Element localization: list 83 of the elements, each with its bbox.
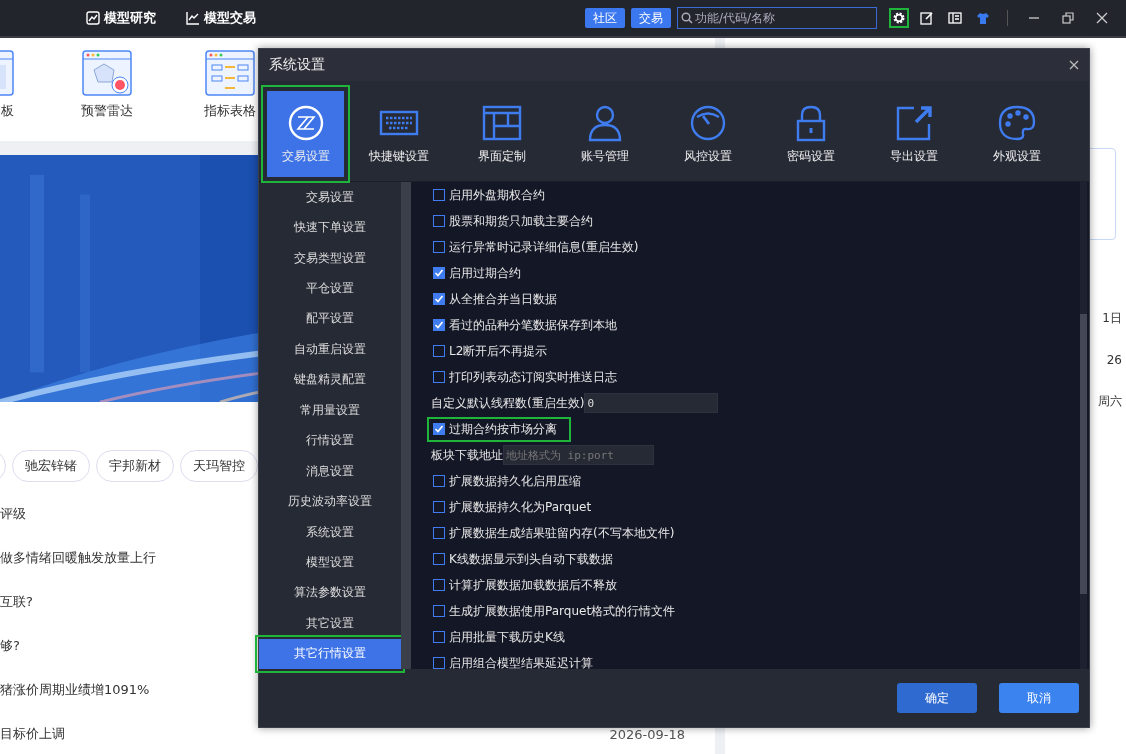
setting-checkbox[interactable]: 扩展数据持久化启用压缩 [427,468,587,494]
setting-checkbox[interactable]: 看过的品种分笔数据保存到本地 [427,312,623,338]
scrollbar[interactable] [401,182,411,669]
news-title[interactable]: 评级 [0,505,26,523]
setting-checkbox[interactable]: 股票和期货只加载主要合约 [427,208,599,234]
dialog-button[interactable]: 取消 [999,683,1079,713]
close-icon[interactable] [1096,12,1108,24]
setting-checkbox[interactable]: 扩展数据持久化为Parquet [427,494,598,520]
trend-icon [186,11,200,25]
setting-checkbox[interactable]: 生成扩展数据使用Parquet格式的行情文件 [427,598,682,624]
app-label[interactable]: 指标表格 [204,102,256,120]
settings-nav-item[interactable]: 系统设置 [259,516,401,548]
setting-checkbox[interactable]: L2断开后不再提示 [427,338,554,364]
top-nav-item[interactable]: 模型交易 [186,9,256,27]
setting-label: 板块下载地址 [431,446,503,464]
news-title[interactable]: 做多情绪回暖触发放量上行 [0,549,156,567]
date-text: 1日 [1102,310,1122,327]
layout-icon [481,103,522,142]
settings-nav-item[interactable]: 交易设置 [259,182,401,213]
settings-nav-item[interactable]: 算法参数设置 [259,577,401,609]
settings-tab[interactable]: 密码设置 [762,91,859,177]
dialog-button[interactable]: 确定 [897,683,977,713]
settings-nav-item[interactable]: 模型设置 [259,547,401,578]
setting-checkbox[interactable]: 启用外盘期权合约 [427,182,551,208]
settings-nav-item[interactable]: 历史波动率设置 [259,486,401,517]
settings-nav-item[interactable]: 交易类型设置 [259,242,401,274]
check-icon [434,294,444,304]
nav-button[interactable]: 社区 [585,8,625,28]
setting-checkbox[interactable]: 运行异常时记录详细信息(重启生效) [427,234,645,260]
date-text: 26 [1106,353,1122,367]
news-title[interactable]: 够? [0,637,20,655]
check-icon [434,320,444,330]
setting-checkbox[interactable]: K线数据显示到头自动下载数据 [427,546,619,572]
setting-checkbox[interactable]: 从全推合并当日数据 [427,286,563,312]
app-label[interactable]: 板 [1,102,14,120]
setting-checkbox[interactable]: 启用组合模型结果延迟计算 [427,650,599,669]
settings-tab[interactable]: 导出设置 [865,91,962,177]
settings-nav-item[interactable]: 配平设置 [259,303,401,335]
top-nav-item[interactable]: 模型研究 [86,9,156,27]
setting-input[interactable]: 地址格式为 ip:port [503,445,654,465]
date-text: 周六 [1098,393,1122,410]
settings-nav-item[interactable]: 其它设置 [259,608,401,639]
setting-input[interactable]: 0 [584,393,719,413]
news-title[interactable]: 互联? [0,593,33,611]
settings-nav-item[interactable]: 自动重启设置 [259,334,401,365]
search-icon [681,12,693,24]
setting-checkbox[interactable]: 启用过期合约 [427,260,527,286]
check-icon [434,424,444,434]
palette-icon [996,103,1037,142]
news-title[interactable]: 目标价上调 [0,725,65,743]
settings-nav-item[interactable]: 平仓设置 [259,273,401,304]
settings-tab[interactable]: 外观设置 [968,91,1065,177]
setting-checkbox[interactable]: 打印列表动态订阅实时推送日志 [427,364,623,390]
app-label[interactable]: 预警雷达 [81,102,133,120]
settings-nav-item[interactable]: 消息设置 [259,455,401,487]
table-icon[interactable] [205,50,255,96]
settings-tab[interactable]: 风控设置 [659,91,756,177]
news-date: 2026-09-18 [609,726,685,742]
settings-nav-item[interactable]: 键盘精灵配置 [259,364,401,396]
settings-tab[interactable]: 交易设置 [267,91,344,177]
setting-checkbox[interactable]: 计算扩展数据加载数据后不释放 [427,572,623,598]
restore-icon[interactable] [1062,12,1074,24]
setting-checkbox[interactable]: 扩展数据生成结果驻留内存(不写本地文件) [427,520,681,546]
scrollbar[interactable] [1080,182,1087,669]
nav-button[interactable]: 交易 [631,8,671,28]
settings-tab[interactable]: 账号管理 [556,91,653,177]
settings-icon[interactable] [889,8,909,28]
dialog-title: 系统设置 [269,56,325,74]
setting-checkbox[interactable]: 启用批量下载历史K线 [427,624,571,650]
news-title[interactable]: 猪涨价周期业绩增1091% [0,681,150,699]
settings-nav-item[interactable]: 常用量设置 [259,395,401,426]
settings-nav-item[interactable]: 快速下单设置 [259,212,401,243]
radar-icon[interactable] [82,50,132,96]
settings-tab[interactable]: 界面定制 [453,91,550,177]
settings-nav-item[interactable]: 行情设置 [259,425,401,456]
check-icon [434,268,444,278]
setting-checkbox[interactable]: 过期合约按市场分离 [427,416,571,442]
close-icon[interactable] [1069,60,1079,70]
settings-tab[interactable]: 快捷键设置 [350,91,447,177]
search-input[interactable]: 功能/代码/名称 [695,11,865,25]
setting-label: 自定义默认线程数(重启生效) [431,394,585,412]
search-field[interactable]: 功能/代码/名称 [677,7,877,29]
chart-icon [86,11,100,25]
